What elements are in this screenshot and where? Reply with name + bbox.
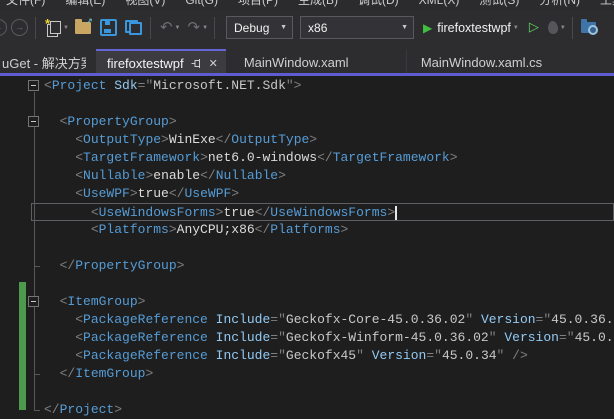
code-line[interactable]: <UseWPF>true</UseWPF> xyxy=(31,185,614,203)
solution-platform-dropdown[interactable]: x86 ▼ xyxy=(300,16,414,39)
menu-item-8[interactable]: 测试(S) xyxy=(479,0,519,9)
start-without-debugging-icon[interactable]: ▷ xyxy=(529,20,539,35)
close-tab-icon[interactable]: ✕ xyxy=(209,57,218,70)
menu-item-3[interactable]: Git(G) xyxy=(185,0,218,9)
code-line[interactable] xyxy=(31,239,614,257)
fold-collapse-icon[interactable] xyxy=(28,296,39,307)
menu-item-7[interactable]: XML(X) xyxy=(419,0,460,9)
code-line[interactable] xyxy=(31,95,614,113)
tab-mainwindow-xaml[interactable]: MainWindow.xaml xyxy=(230,49,398,76)
undo-dropdown-icon[interactable]: ▼ xyxy=(175,25,181,31)
toolbar-separator xyxy=(214,17,215,39)
platform-value: x86 xyxy=(308,21,395,35)
floppy-front xyxy=(129,22,142,35)
open-file-icon[interactable] xyxy=(75,22,91,34)
code-line[interactable]: <TargetFramework>net6.0-windows</TargetF… xyxy=(31,149,614,167)
navigate-back-icon[interactable]: ← xyxy=(0,19,7,36)
play-icon: ▶ xyxy=(423,21,432,35)
chevron-down-icon: ▼ xyxy=(401,24,408,31)
redo-icon[interactable]: ↷ xyxy=(187,20,200,35)
menu-item-6[interactable]: 调试(D) xyxy=(358,0,399,9)
menu-item-10[interactable]: 工具(T) xyxy=(600,0,614,9)
solution-configuration-dropdown[interactable]: Debug ▼ xyxy=(226,16,293,39)
menu-item-0[interactable]: 文件(F) xyxy=(6,0,45,9)
text-caret xyxy=(395,206,397,220)
tab-firefoxtestwpf[interactable]: firefoxtestwpf ✕ xyxy=(96,49,226,76)
toolbar-separator xyxy=(572,17,573,39)
visual-studio-window: 文件(F) 编辑(E) 视图(V) Git(G) 项目(P) 生成(B) 调试(D) XML(… xyxy=(0,0,614,419)
code-line[interactable]: <Project Sdk="Microsoft.NET.Sdk"> xyxy=(31,77,614,95)
menu-item-2[interactable]: 视图(V) xyxy=(125,0,165,9)
code-line[interactable] xyxy=(31,383,614,401)
new-item-icon[interactable]: * xyxy=(46,20,61,36)
tab-label: MainWindow.xaml xyxy=(244,55,349,70)
fold-collapse-icon[interactable] xyxy=(28,116,39,127)
tab-label: firefoxtestwpf xyxy=(107,56,184,71)
sparkle-icon: * xyxy=(45,16,50,31)
run-target-label: firefoxtestwpf xyxy=(437,21,511,35)
pin-tab-icon[interactable] xyxy=(191,58,202,69)
menu-bar: 文件(F) 编辑(E) 视图(V) Git(G) 项目(P) 生成(B) 调试(D) XML(… xyxy=(0,0,614,10)
code-line[interactable]: </PropertyGroup> xyxy=(31,257,614,275)
configuration-value: Debug xyxy=(234,21,274,35)
code-line[interactable]: <ItemGroup> xyxy=(31,293,614,311)
code-line[interactable]: <PropertyGroup> xyxy=(31,113,614,131)
navigate-forward-icon[interactable]: → xyxy=(11,19,28,36)
sheet-front xyxy=(50,21,61,34)
menu-item-4[interactable]: 项目(P) xyxy=(238,0,278,9)
tab-label: MainWindow.xaml.cs xyxy=(421,55,542,70)
fold-collapse-icon[interactable] xyxy=(28,80,39,91)
menu-item-9[interactable]: 分析(N) xyxy=(539,0,580,9)
run-dropdown-icon: ▼ xyxy=(513,25,519,31)
code-line[interactable]: <OutputType>WinExe</OutputType> xyxy=(31,131,614,149)
code-editor[interactable]: <Project Sdk="Microsoft.NET.Sdk"> <Prope… xyxy=(0,76,614,417)
redo-dropdown-icon[interactable]: ▼ xyxy=(202,25,208,31)
tab-nuget-solution[interactable]: uGet - 解决方案 xyxy=(0,49,86,76)
hot-reload-icon[interactable] xyxy=(547,21,558,35)
chevron-down-icon: ▼ xyxy=(280,24,287,31)
code-line[interactable]: <Platforms>AnyCPU;x86</Platforms> xyxy=(31,221,614,239)
code-line[interactable]: <Nullable>enable</Nullable> xyxy=(31,167,614,185)
find-in-files-icon[interactable] xyxy=(581,22,596,33)
code-line[interactable]: <PackageReference Include="Geckofx-Core-… xyxy=(31,311,614,329)
menu-item-1[interactable]: 编辑(E) xyxy=(65,0,105,9)
standard-toolbar: ← → * ▼ ↶ ▼ ↷ ▼ Debug ▼ x86 ▼ ▶ fire xyxy=(0,10,614,46)
code-line[interactable]: <UseWindowsForms>true</UseWindowsForms> xyxy=(31,203,614,221)
save-icon[interactable] xyxy=(100,19,117,36)
hot-reload-dropdown-icon[interactable]: ▼ xyxy=(560,25,566,31)
undo-icon[interactable]: ↶ xyxy=(160,20,173,35)
menu-item-5[interactable]: 生成(B) xyxy=(298,0,338,9)
tab-label: uGet - 解决方案 xyxy=(2,53,86,72)
new-item-dropdown-icon[interactable]: ▼ xyxy=(63,25,69,31)
document-tab-bar: uGet - 解决方案 firefoxtestwpf ✕ MainWindow.… xyxy=(0,46,614,76)
toolbar-separator xyxy=(150,17,151,39)
code-line[interactable]: </Project> xyxy=(31,401,614,417)
change-tracking-bar xyxy=(19,282,26,410)
tab-mainwindow-xaml-cs[interactable]: MainWindow.xaml.cs xyxy=(406,49,583,76)
save-all-icon[interactable] xyxy=(125,20,142,35)
code-line[interactable]: </ItemGroup> xyxy=(31,365,614,383)
code-line[interactable] xyxy=(31,275,614,293)
code-line[interactable]: <PackageReference Include="Geckofx-Winfo… xyxy=(31,329,614,347)
start-debugging-button[interactable]: ▶ firefoxtestwpf ▼ xyxy=(423,21,521,35)
toolbar-separator xyxy=(35,17,36,39)
code-line[interactable]: <PackageReference Include="Geckofx45" Ve… xyxy=(31,347,614,365)
